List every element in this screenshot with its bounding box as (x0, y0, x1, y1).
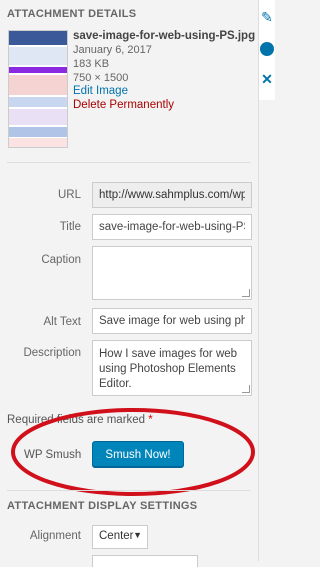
description-field[interactable]: How I save images for web using Photosho… (92, 340, 252, 396)
required-star: * (148, 414, 153, 426)
divider (7, 162, 250, 163)
right-icon-rail: ✎ ✕ (258, 0, 275, 100)
attachment-date: January 6, 2017 (73, 44, 152, 56)
required-fields-text: Required fields are marked (7, 414, 146, 426)
display-settings-heading: ATTACHMENT DISPLAY SETTINGS (7, 500, 198, 512)
url-field[interactable] (92, 182, 252, 208)
attachment-filename: save-image-for-web-using-PS.jpg (73, 30, 256, 42)
alt-text-label: Alt Text (43, 316, 82, 328)
attachment-details-panel: ATTACHMENT DETAILS save-image-for-web-us… (0, 0, 259, 567)
attachment-dimensions: 750 × 1500 (73, 72, 129, 84)
divider (7, 490, 250, 491)
chevron-down-icon: ▼ (133, 530, 142, 540)
alignment-value: Center (99, 530, 134, 542)
description-resize-handle[interactable] (242, 385, 250, 393)
attachment-size: 183 KB (73, 58, 110, 70)
caption-label: Caption (41, 254, 81, 266)
title-label: Title (59, 221, 81, 233)
smush-now-button[interactable]: Smush Now! (92, 441, 184, 467)
delete-permanently-link[interactable]: Delete Permanently (73, 99, 257, 111)
description-label: Description (23, 347, 81, 359)
url-label: URL (57, 189, 81, 201)
attachment-meta: save-image-for-web-using-PS.jpg January … (73, 30, 257, 111)
wp-smush-label: WP Smush (24, 449, 82, 461)
caption-field[interactable] (92, 246, 252, 300)
next-setting-field[interactable] (92, 555, 198, 567)
alignment-label: Alignment (29, 530, 81, 542)
alt-text-field[interactable] (92, 308, 252, 334)
attachment-details-heading: ATTACHMENT DETAILS (7, 8, 137, 20)
alignment-select[interactable]: Center ▼ (92, 525, 148, 549)
attachment-thumbnail[interactable] (8, 30, 68, 148)
required-fields-note: Required fields are marked * (7, 414, 153, 426)
close-icon[interactable]: ✕ (259, 68, 275, 90)
edit-image-link[interactable]: Edit Image (73, 85, 257, 97)
caption-resize-handle[interactable] (242, 289, 250, 297)
circle-icon[interactable] (259, 38, 275, 60)
pencil-icon[interactable]: ✎ (259, 6, 275, 28)
title-field[interactable] (92, 214, 252, 240)
